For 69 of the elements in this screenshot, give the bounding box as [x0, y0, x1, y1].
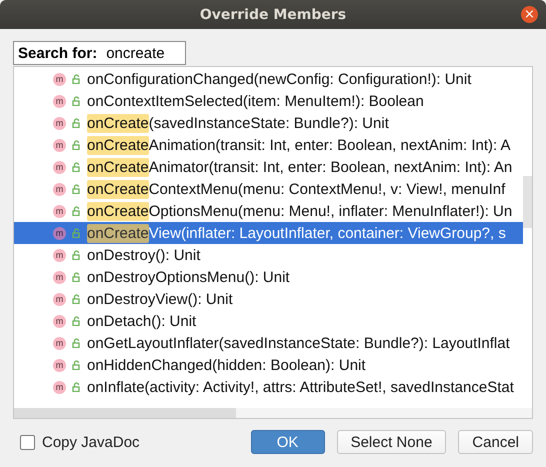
- dialog-button[interactable]: Cancel: [458, 430, 533, 454]
- member-row[interactable]: m onConfigurationChanged(newConfig: Configuration!): Unit: [14, 68, 523, 90]
- dialog-button[interactable]: Select None: [336, 430, 446, 454]
- member-signature: onContextItemSelected(item: MenuItem!): Boolean: [87, 92, 424, 110]
- member-row[interactable]: m onDestroy(): Unit: [14, 244, 523, 266]
- method-icon: m: [53, 138, 66, 152]
- method-icon: m: [53, 94, 66, 108]
- member-signature: onCreateAnimator(transit: Int, enter: Boolean, nextAnim: Int): An: [87, 158, 512, 176]
- lock-icon: [72, 272, 82, 282]
- member-row[interactable]: m onCreateAnimation(transit: Int, enter: Boolean, nextAnim: Int): A: [14, 134, 523, 156]
- close-button[interactable]: ×: [521, 6, 538, 23]
- method-icon: m: [53, 314, 66, 328]
- lock-icon: [72, 228, 82, 238]
- search-popup[interactable]: Search for: oncreate: [13, 41, 186, 65]
- member-signature: onCreateOptionsMenu(menu: Menu!, inflater: MenuInflater!): Un: [87, 202, 512, 220]
- member-signature: onInflate(activity: Activity!, attrs: AttributeSet!, savedInstanceStat: [87, 378, 514, 396]
- window-title: Override Members: [200, 6, 346, 22]
- lock-icon: [72, 250, 82, 260]
- copy-javadoc-checkbox[interactable]: Copy JavaDoc: [20, 434, 140, 450]
- member-signature: onGetLayoutInflater(savedInstanceState: Bundle?): LayoutInflat: [87, 334, 510, 352]
- member-row[interactable]: m onCreateContextMenu(menu: ContextMenu!, v: View!, menuInf: [14, 178, 523, 200]
- lock-icon: [72, 74, 82, 84]
- lock-icon: [72, 316, 82, 326]
- method-icon: m: [53, 336, 66, 350]
- member-row[interactable]: m onCreateAnimator(transit: Int, enter: Boolean, nextAnim: Int): An: [14, 156, 523, 178]
- method-icon: m: [53, 72, 66, 86]
- member-row[interactable]: m onDestroyView(): Unit: [14, 288, 523, 310]
- method-icon: m: [53, 358, 66, 372]
- member-signature: onDetach(): Unit: [87, 312, 196, 330]
- ok-button[interactable]: OK: [250, 430, 325, 454]
- member-row[interactable]: m onCreateOptionsMenu(menu: Menu!, inflater: MenuInflater!): Un: [14, 200, 523, 222]
- member-signature: onConfigurationChanged(newConfig: Configuration!): Unit: [87, 70, 472, 88]
- member-row[interactable]: m onCreate(savedInstanceState: Bundle?): Unit: [14, 112, 523, 134]
- method-icon: m: [53, 292, 66, 306]
- member-row[interactable]: m onContextItemSelected(item: MenuItem!): Boolean: [14, 90, 523, 112]
- method-icon: m: [53, 226, 66, 240]
- method-icon: m: [53, 380, 66, 394]
- lock-icon: [72, 140, 82, 150]
- method-icon: m: [53, 204, 66, 218]
- scrollbar-thumb[interactable]: [523, 176, 532, 228]
- lock-icon: [72, 338, 82, 348]
- member-row[interactable]: m onGetLayoutInflater(savedInstanceState: Bundle?): LayoutInflat: [14, 332, 523, 354]
- member-row[interactable]: m onInflate(activity: Activity!, attrs: AttributeSet!, savedInstanceStat: [14, 376, 523, 398]
- method-icon: m: [53, 270, 66, 284]
- member-row[interactable]: m onDestroyOptionsMenu(): Unit: [14, 266, 523, 288]
- lock-icon: [72, 382, 82, 392]
- search-label: Search for:: [18, 44, 98, 62]
- member-signature: onCreateContextMenu(menu: ContextMenu!, v: View!, menuInf: [87, 180, 506, 198]
- lock-icon: [72, 184, 82, 194]
- member-signature: onDestroy(): Unit: [87, 246, 200, 264]
- lock-icon: [72, 360, 82, 370]
- member-signature: onCreateAnimation(transit: Int, enter: Boolean, nextAnim: Int): A: [87, 136, 511, 154]
- method-icon: m: [53, 182, 66, 196]
- member-signature: onHiddenChanged(hidden: Boolean): Unit: [87, 356, 366, 374]
- lock-icon: [72, 96, 82, 106]
- horizontal-scrollbar[interactable]: [14, 408, 532, 418]
- member-signature: onDestroyView(): Unit: [87, 290, 233, 308]
- method-icon: m: [53, 160, 66, 174]
- member-signature: onCreate(savedInstanceState: Bundle?): Unit: [87, 114, 389, 132]
- member-signature: onDestroyOptionsMenu(): Unit: [87, 268, 290, 286]
- lock-icon: [72, 118, 82, 128]
- search-text: oncreate: [106, 44, 165, 62]
- lock-icon: [72, 162, 82, 172]
- method-icon: m: [53, 116, 66, 130]
- member-row[interactable]: m onHiddenChanged(hidden: Boolean): Unit: [14, 354, 523, 376]
- method-icon: m: [53, 248, 66, 262]
- lock-icon: [72, 206, 82, 216]
- member-row[interactable]: m onDetach(): Unit: [14, 310, 523, 332]
- lock-icon: [72, 294, 82, 304]
